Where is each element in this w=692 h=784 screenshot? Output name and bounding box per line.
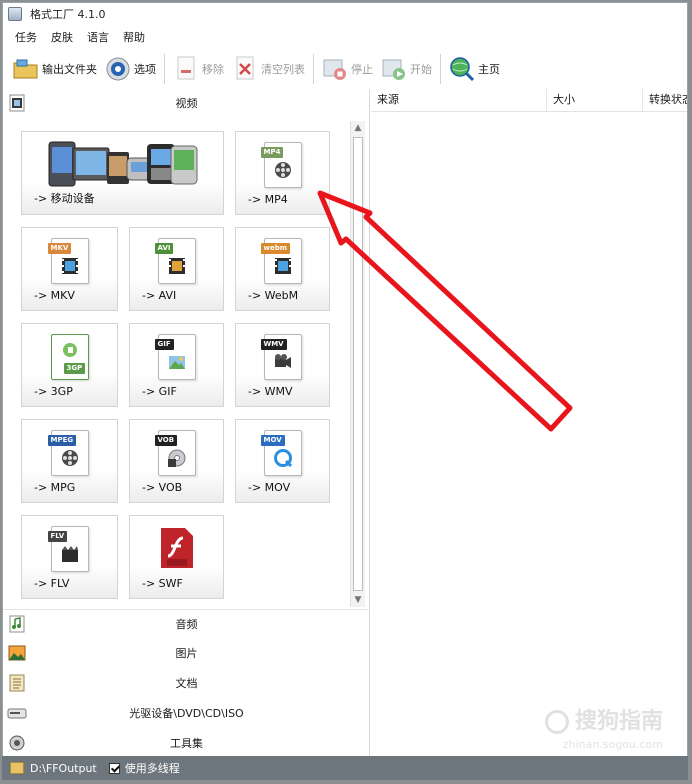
toolbar-separator — [313, 54, 314, 84]
tools-icon — [7, 733, 27, 753]
category-tools[interactable]: 工具集 — [3, 729, 370, 757]
remove-button[interactable]: 移除 — [169, 52, 228, 86]
mobile-devices-icon — [43, 138, 203, 193]
mp4-file-icon: MP4 — [260, 142, 302, 188]
format-tile-swf[interactable]: -> SWF — [129, 515, 224, 599]
watermark-logo: 搜狗指南 — [544, 703, 663, 735]
format-tile-avi[interactable]: AVI -> AVI — [129, 227, 224, 311]
swf-flash-icon — [159, 526, 195, 573]
options-button[interactable]: 选项 — [101, 52, 160, 86]
menu-language[interactable]: 语言 — [81, 29, 115, 45]
category-video[interactable]: 视频 — [3, 89, 370, 117]
format-tile-wmv[interactable]: WMV -> WMV — [235, 323, 330, 407]
watermark-site: zhinan.sogou.com — [562, 738, 663, 751]
clear-icon — [232, 56, 258, 82]
column-size[interactable]: 大小 — [547, 89, 643, 111]
scroll-up-icon[interactable]: ▲ — [351, 121, 365, 135]
task-list-header: 来源 大小 转换状态 — [371, 89, 687, 112]
menu-bar: 任务 皮肤 语言 帮助 — [3, 27, 151, 47]
multithread-label: 使用多线程 — [124, 762, 180, 775]
column-status[interactable]: 转换状态 — [643, 89, 687, 111]
category-document[interactable]: 文档 — [3, 669, 370, 697]
menu-help[interactable]: 帮助 — [117, 29, 151, 45]
disc-icon — [7, 703, 27, 723]
format-tile-mkv[interactable]: MKV -> MKV — [21, 227, 118, 311]
title-bar: 格式工厂 4.1.0 — [3, 3, 687, 25]
category-audio[interactable]: 音频 — [3, 609, 370, 638]
wmv-file-icon: WMV — [260, 334, 302, 380]
multithread-checkbox[interactable] — [108, 762, 120, 774]
output-folder-button[interactable]: 输出文件夹 — [9, 52, 101, 86]
toolbar-separator — [164, 54, 165, 84]
start-button[interactable]: 开始 — [377, 52, 436, 86]
gif-file-icon: GIF — [154, 334, 196, 380]
format-tile-mpg[interactable]: MPEG -> MPG — [21, 419, 118, 503]
column-source[interactable]: 来源 — [371, 89, 547, 111]
output-path[interactable]: D:\FFOutput — [30, 762, 97, 775]
webm-file-icon: webm — [260, 238, 302, 284]
category-optical[interactable]: 光驱设备\DVD\CD\ISO — [3, 699, 370, 727]
menu-skin[interactable]: 皮肤 — [45, 29, 79, 45]
format-tile-3gp[interactable]: 3GP -> 3GP — [21, 323, 118, 407]
format-tile-mov[interactable]: MOV -> MOV — [235, 419, 330, 503]
sogou-logo-icon — [544, 710, 569, 734]
homepage-button[interactable]: 主页 — [445, 52, 504, 86]
flv-file-icon: FLV — [47, 526, 89, 572]
video-icon — [7, 93, 27, 113]
app-window: 格式工厂 4.1.0 任务 皮肤 语言 帮助 输出文件夹 选项 移除 清空列表 … — [2, 2, 688, 780]
start-icon — [381, 56, 407, 82]
mpg-file-icon: MPEG — [47, 430, 89, 476]
category-panel: 视频 -> 移动设备 MP4 -> MP4 MKV -> MKV AVI -> … — [3, 89, 370, 759]
format-tile-vob[interactable]: VOB -> VOB — [129, 419, 224, 503]
task-list-panel: 来源 大小 转换状态 — [371, 89, 687, 759]
remove-icon — [173, 56, 199, 82]
category-image[interactable]: 图片 — [3, 639, 370, 667]
avi-file-icon: AVI — [154, 238, 196, 284]
clear-list-button[interactable]: 清空列表 — [228, 52, 309, 86]
3gp-file-icon: 3GP — [50, 334, 89, 380]
folder-icon — [13, 56, 39, 82]
status-bar: D:\FFOutput 使用多线程 — [2, 756, 688, 780]
folder-icon[interactable] — [10, 762, 24, 774]
document-icon — [7, 673, 27, 693]
mov-file-icon: MOV — [260, 430, 302, 476]
menu-tasks[interactable]: 任务 — [9, 29, 43, 45]
music-icon — [7, 614, 27, 634]
scroll-down-icon[interactable]: ▼ — [351, 593, 365, 607]
format-tile-flv[interactable]: FLV -> FLV — [21, 515, 118, 599]
toolbar-separator — [440, 54, 441, 84]
vob-file-icon: VOB — [154, 430, 196, 476]
format-tile-gif[interactable]: GIF -> GIF — [129, 323, 224, 407]
toolbar: 输出文件夹 选项 移除 清空列表 停止 开始 主页 — [3, 49, 687, 89]
mkv-file-icon: MKV — [47, 238, 89, 284]
format-grid-scrollbar[interactable]: ▲ ▼ — [350, 121, 365, 607]
gear-icon — [105, 56, 131, 82]
stop-button[interactable]: 停止 — [318, 52, 377, 86]
home-globe-icon — [449, 56, 475, 82]
window-title: 格式工厂 4.1.0 — [30, 8, 106, 21]
stop-icon — [322, 56, 348, 82]
app-icon — [8, 7, 22, 21]
scrollbar-thumb[interactable] — [353, 137, 363, 591]
format-tile-webm[interactable]: webm -> WebM — [235, 227, 330, 311]
format-tile-mobile[interactable]: -> 移动设备 — [21, 131, 224, 215]
video-format-grid: -> 移动设备 MP4 -> MP4 MKV -> MKV AVI -> AVI… — [3, 117, 368, 607]
format-tile-mp4[interactable]: MP4 -> MP4 — [235, 131, 330, 215]
image-icon — [7, 643, 27, 663]
